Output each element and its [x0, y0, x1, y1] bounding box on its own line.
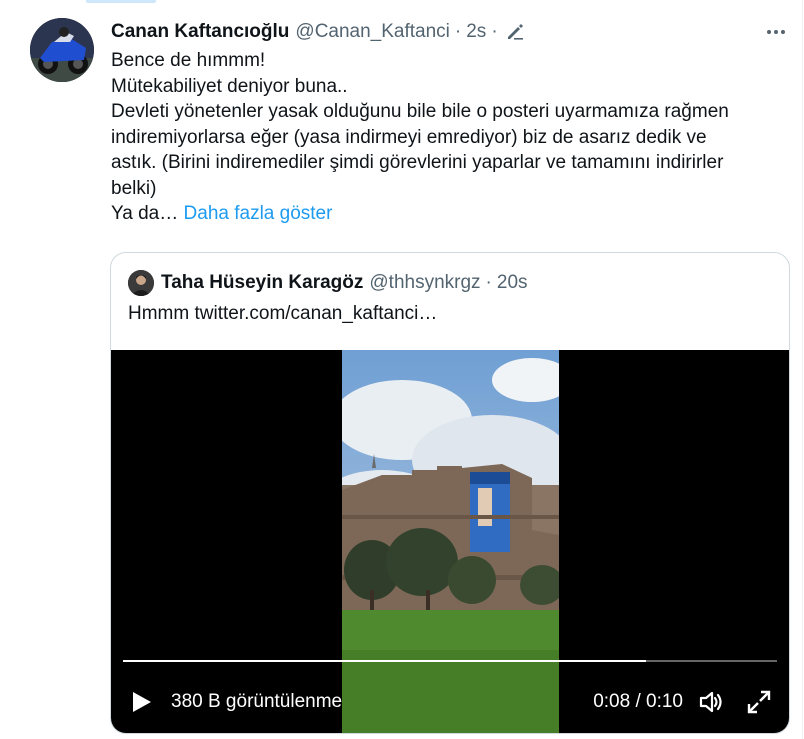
quoted-tweet-text: Hmmm twitter.com/canan_kaftanci… — [128, 303, 438, 324]
tweet-text-line: Devleti yönetenler yasak olduğunu bile b… — [111, 101, 729, 122]
tweet-text-last-line: Ya da… Daha fazla göster — [111, 201, 791, 227]
author-handle[interactable]: @Canan_Kaftanci — [295, 21, 450, 43]
volume-icon[interactable] — [697, 688, 725, 721]
quoted-author-handle: @thhsynkrgz — [369, 272, 481, 293]
video-frame — [342, 350, 559, 733]
tweet-text: Bence de hımmm! Mütekabiliyet deniyor bu… — [111, 48, 791, 227]
video-progress-bar[interactable] — [123, 660, 777, 662]
author-name[interactable]: Canan Kaftancıoğlu — [111, 21, 289, 43]
tweet-text-line: astık. (Birini indiremediler şimdi görev… — [111, 152, 724, 173]
video-controls: 380 B görüntülenme 0:08 / 0:10 — [111, 680, 789, 724]
play-icon[interactable] — [129, 690, 153, 719]
tweet-header: Canan Kaftancıoğlu @Canan_Kaftanci · 2s … — [111, 20, 525, 44]
separator-dot: · — [485, 272, 492, 293]
tweet-text-line: Mütekabiliyet deniyor buna.. — [111, 75, 348, 97]
tweet-text-line: indiremiyorlarsa eğer (yasa indirmeyi em… — [111, 126, 707, 148]
author-avatar[interactable] — [30, 18, 94, 82]
fullscreen-icon[interactable] — [745, 688, 773, 721]
tweet-text-truncated: Ya da… — [111, 203, 179, 224]
separator-dot: · — [454, 21, 462, 42]
quoted-tweet-time: 20s — [496, 272, 528, 293]
tweet-time[interactable]: 2s — [466, 21, 486, 43]
tweet-text-line: belki) — [111, 177, 157, 199]
video-view-count: 380 B görüntülenme — [171, 691, 343, 712]
quoted-author-name: Taha Hüseyin Karagöz — [161, 272, 364, 293]
video-time-display: 0:08 / 0:10 — [593, 691, 683, 712]
video-player[interactable]: 380 B görüntülenme 0:08 / 0:10 — [111, 350, 789, 733]
top-accent-bar — [86, 0, 156, 3]
video-progress-fill — [123, 660, 647, 662]
tweet-text-line: Bence de hımmm! — [111, 50, 266, 71]
quoted-author-avatar — [128, 270, 154, 296]
pencil-icon[interactable] — [505, 22, 525, 42]
separator-dot: · — [491, 21, 498, 42]
column-divider — [802, 0, 803, 739]
quoted-tweet-card[interactable]: Taha Hüseyin Karagöz @thhsynkrgz · 20s H… — [110, 252, 790, 734]
more-horizontal-icon[interactable] — [762, 22, 790, 42]
show-more-link[interactable]: Daha fazla göster — [184, 203, 333, 224]
quoted-tweet-header: Taha Hüseyin Karagöz @thhsynkrgz · 20s — [128, 270, 528, 296]
